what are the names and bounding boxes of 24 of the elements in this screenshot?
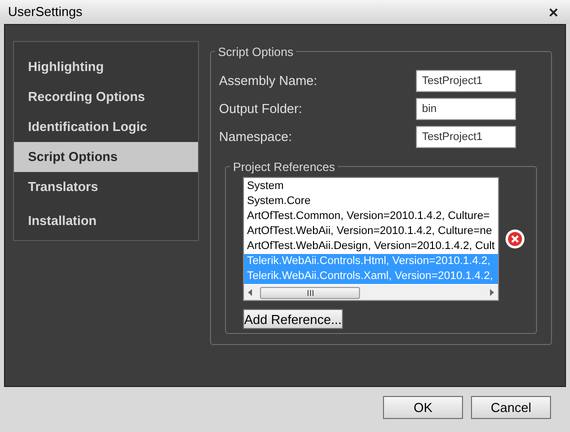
window-title: UserSettings (8, 3, 82, 22)
nav-item[interactable]: Installation (14, 206, 198, 236)
dialog-button[interactable]: OK (383, 396, 463, 419)
nav-item[interactable]: Recording Options (14, 82, 198, 112)
horizontal-scrollbar[interactable] (244, 285, 498, 300)
scrollbar-thumb[interactable] (260, 286, 360, 298)
input-field[interactable]: TestProject1 (416, 70, 516, 92)
field-label: Assembly Name: (219, 72, 318, 90)
nav-item[interactable]: Translators (14, 172, 198, 202)
field-label: Output Folder: (219, 100, 302, 118)
input-field[interactable]: TestProject1 (416, 126, 516, 148)
dialog-button[interactable]: Cancel (471, 396, 551, 419)
left-arrow-icon[interactable] (248, 289, 252, 296)
list-item[interactable]: ArtOfTest.WebAii.Design, Version=2010.1.4.2, Cult (244, 239, 498, 254)
right-arrow-icon[interactable] (490, 289, 494, 296)
close-icon[interactable] (549, 8, 558, 16)
nav-item[interactable]: Highlighting (14, 52, 198, 82)
nav-item[interactable]: Script Options (14, 142, 198, 172)
nav-item[interactable]: Identification Logic (14, 112, 198, 142)
dialog-button[interactable]: Add Reference... (243, 309, 343, 329)
input-field[interactable]: bin (416, 98, 516, 120)
field-label: Namespace: (219, 128, 292, 146)
remove-icon[interactable] (505, 229, 525, 249)
grip-icon (306, 290, 314, 296)
